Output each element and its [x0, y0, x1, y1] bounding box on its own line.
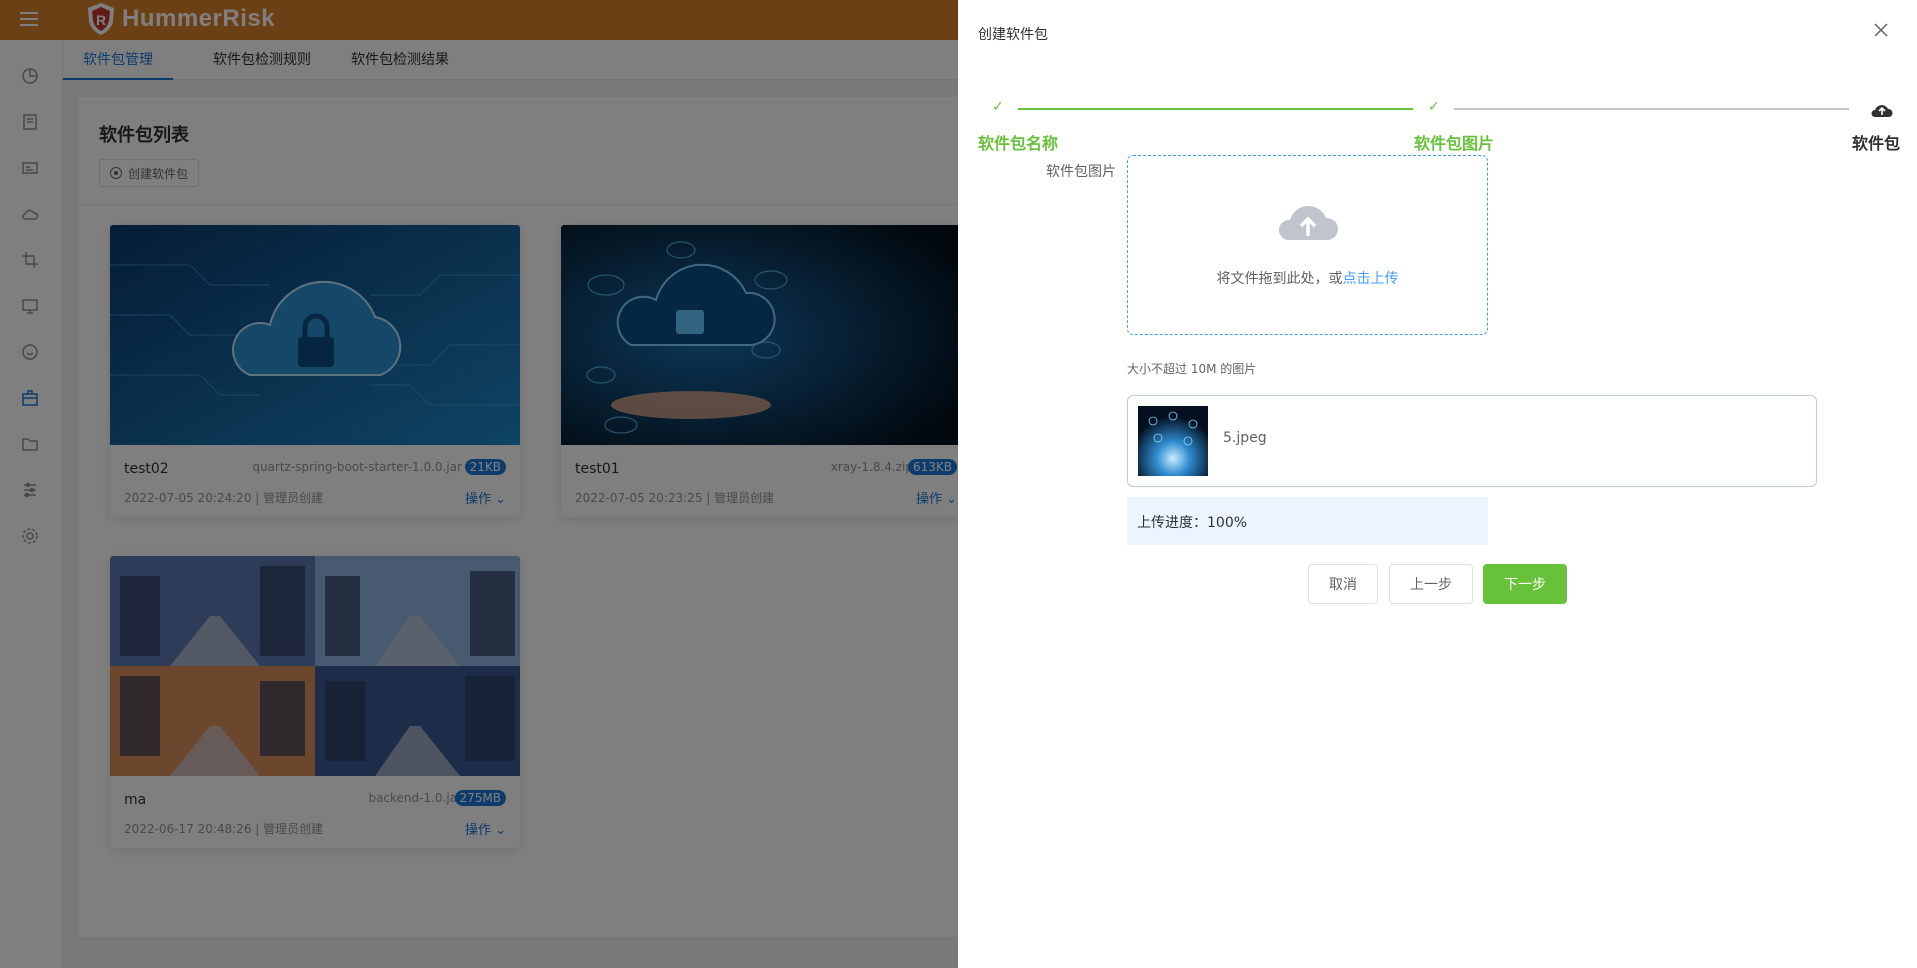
upload-dropzone[interactable]: 将文件拖到此处，或点击上传	[1127, 155, 1488, 335]
next-step-button[interactable]: 下一步	[1483, 564, 1567, 604]
click-upload-link[interactable]: 点击上传	[1343, 271, 1399, 287]
drawer-title: 创建软件包	[978, 27, 1048, 43]
upload-icon	[1278, 205, 1339, 240]
previous-step-button[interactable]: 上一步	[1389, 564, 1473, 604]
file-name: 5.jpeg	[1223, 430, 1267, 446]
close-icon[interactable]	[1873, 22, 1889, 38]
upload-cloud-icon	[1871, 105, 1893, 117]
step-1-line	[1018, 108, 1413, 110]
modal-overlay[interactable]	[0, 0, 958, 968]
step-2-line	[1454, 108, 1849, 110]
step-1-label: 软件包名称	[978, 134, 1059, 153]
file-thumbnail	[1138, 406, 1208, 476]
step-2-check-icon: ✓	[1428, 99, 1440, 115]
upload-tip: 大小不超过 10M 的图片	[1127, 362, 1257, 376]
create-package-drawer: 创建软件包 ✓ 软件包名称 ✓ 软件包图片 软件包 软件包图片 将文件拖到此处，…	[958, 0, 1917, 968]
uploaded-file-item[interactable]: 5.jpeg	[1127, 395, 1817, 487]
form-label-package-image: 软件包图片	[1046, 164, 1116, 180]
step-1-check-icon: ✓	[992, 99, 1004, 115]
step-2-label: 软件包图片	[1414, 134, 1495, 153]
cancel-button[interactable]: 取消	[1308, 564, 1378, 604]
progress-text: 上传进度：100%	[1137, 515, 1248, 531]
upload-hint: 将文件拖到此处，或	[1216, 271, 1343, 287]
step-3-label: 软件包	[1852, 134, 1901, 153]
upload-progress: 上传进度：100%	[1127, 497, 1488, 545]
